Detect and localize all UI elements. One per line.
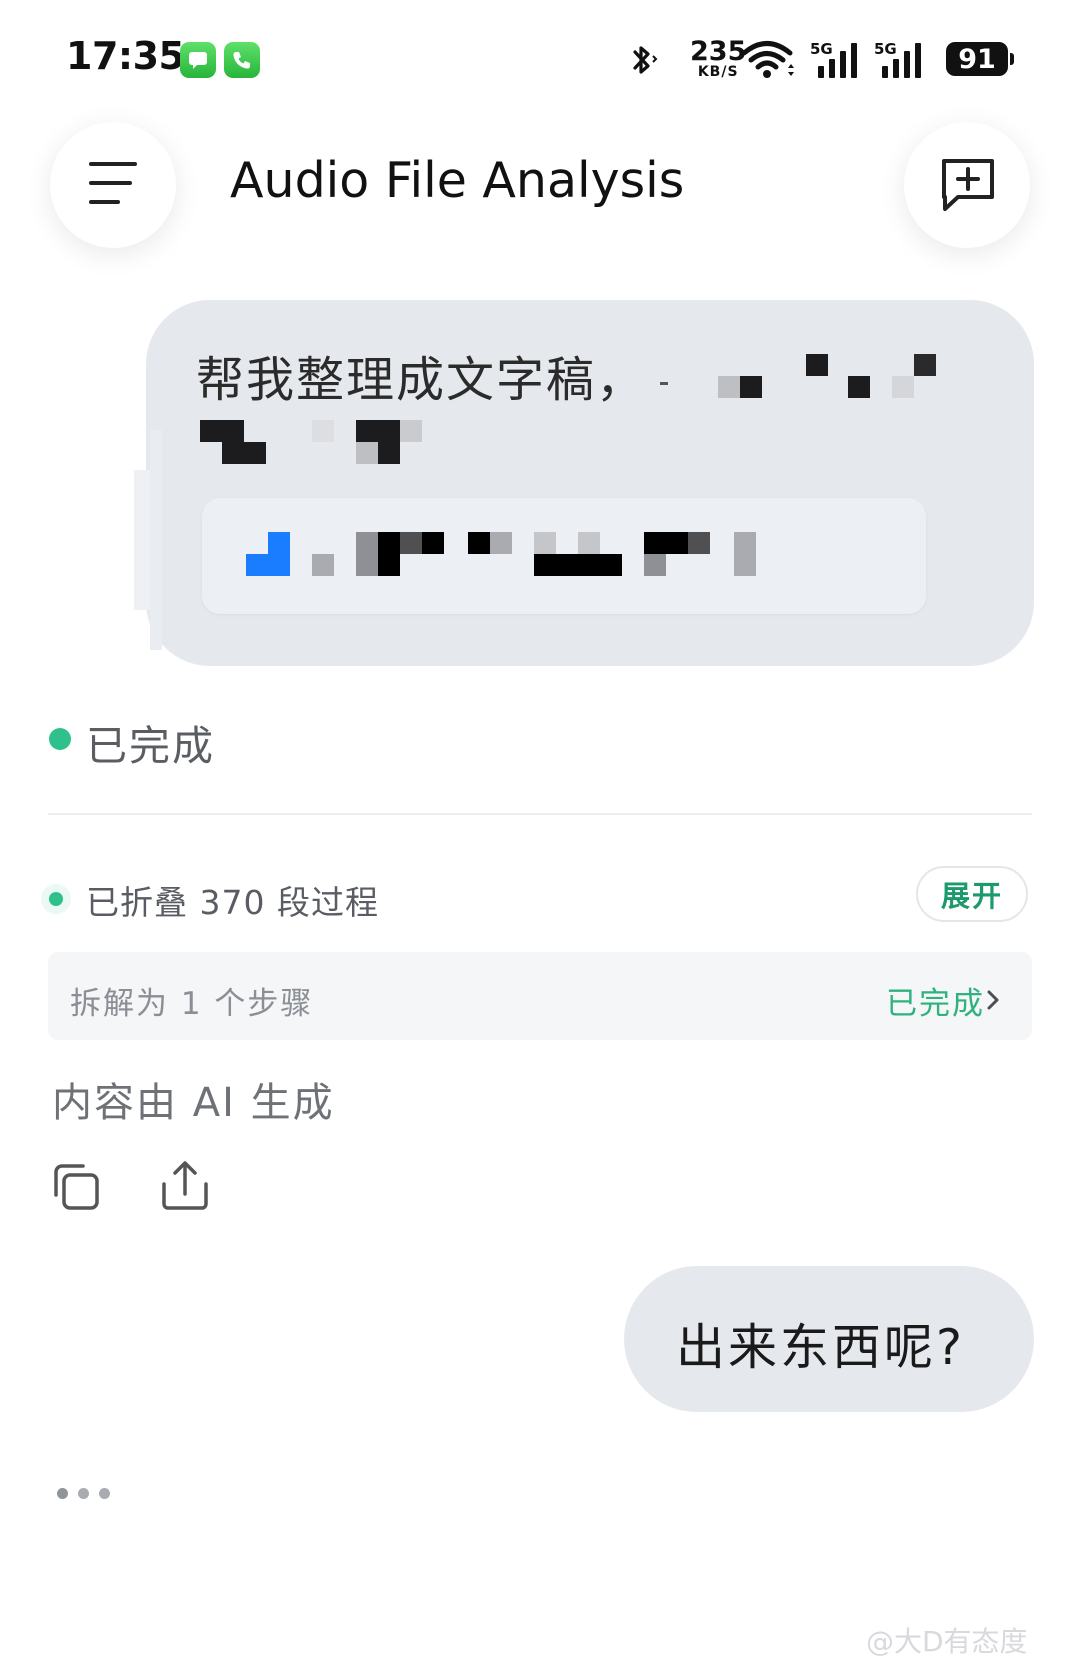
battery-indicator: 91	[946, 42, 1008, 76]
blur-artifact	[150, 430, 162, 650]
new-chat-icon	[942, 159, 994, 211]
page-title: Audio File Analysis	[230, 152, 685, 209]
watermark: @大D有态度	[866, 1625, 1028, 1658]
status-time: 17:35	[66, 34, 185, 78]
status-done-dot	[49, 728, 71, 750]
network-speed: 235 KB/S	[690, 36, 747, 80]
ai-generated-note: 内容由 AI 生成	[52, 1080, 335, 1126]
share-icon[interactable]	[160, 1158, 210, 1216]
folded-process-label: 已折叠 370 段过程	[86, 883, 379, 922]
menu-icon	[89, 162, 137, 204]
step-summary-label: 拆解为 1 个步骤	[70, 986, 314, 1022]
expand-button[interactable]: 展开	[916, 866, 1028, 922]
typing-dot	[57, 1488, 68, 1499]
step-status-label: 已完成	[886, 986, 985, 1022]
phone-app-icon	[224, 42, 260, 78]
messages-app-icon	[180, 42, 216, 78]
cellular-signal-1-icon: 5G	[810, 40, 862, 78]
user-message-text: 帮我整理成文字稿，	[196, 352, 647, 408]
wifi-icon	[740, 40, 796, 84]
process-dot	[49, 892, 63, 906]
bluetooth-icon	[626, 42, 662, 82]
battery-tip	[1010, 53, 1014, 65]
copy-icon[interactable]	[52, 1162, 102, 1216]
chevron-right-icon	[985, 988, 1001, 1016]
divider	[48, 813, 1032, 815]
menu-button[interactable]	[50, 122, 176, 248]
user-message-text: 出来东西呢?	[676, 1319, 966, 1376]
typing-dot	[99, 1488, 110, 1499]
new-chat-button[interactable]	[904, 122, 1030, 248]
cellular-signal-2-icon: 5G	[874, 40, 926, 78]
status-done-label: 已完成	[86, 722, 215, 770]
typing-dot	[78, 1488, 89, 1499]
